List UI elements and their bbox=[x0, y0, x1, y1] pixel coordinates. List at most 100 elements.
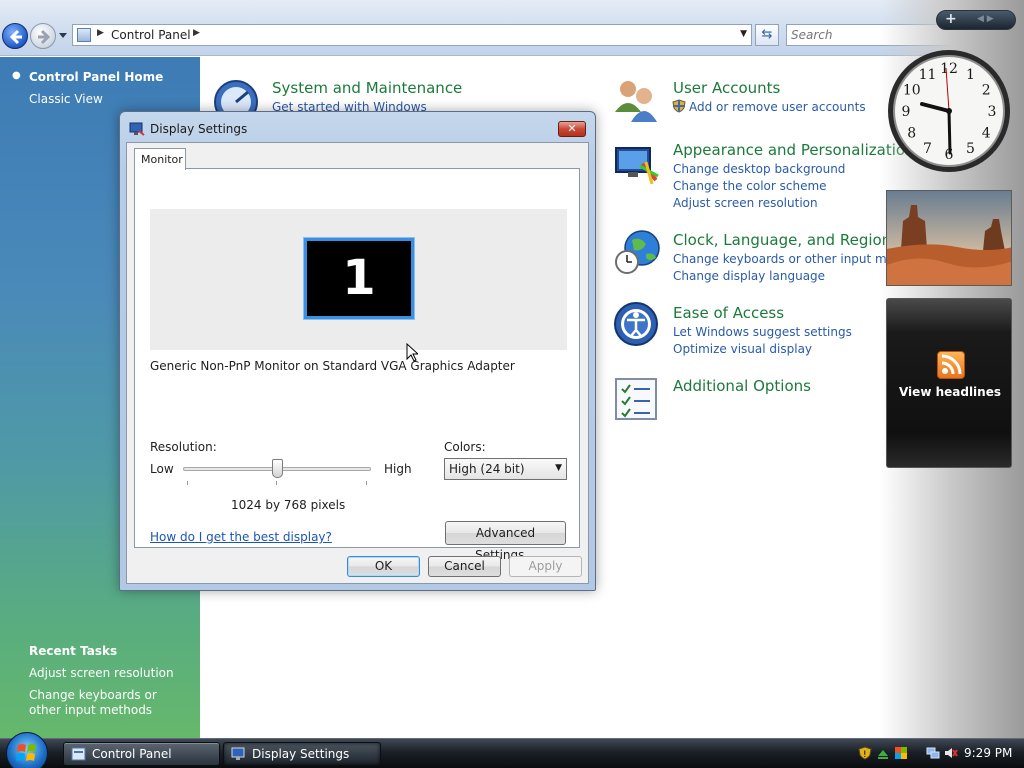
category-link[interactable]: Add or remove user accounts bbox=[689, 100, 866, 114]
taskbar: Control Panel Display Settings ! 9:29 PM bbox=[0, 732, 1024, 768]
monitor-description: Generic Non-PnP Monitor on Standard VGA … bbox=[150, 359, 515, 373]
chevron-down-icon: ▼ bbox=[555, 463, 562, 473]
taskbar-control-panel[interactable]: Control Panel bbox=[63, 742, 220, 766]
forward-button[interactable] bbox=[30, 23, 56, 49]
clock-numeral: 2 bbox=[982, 83, 991, 99]
address-breadcrumb[interactable]: Control Panel bbox=[111, 28, 191, 42]
breadcrumb-arrow-icon[interactable]: ▶ bbox=[97, 28, 104, 38]
back-button[interactable] bbox=[2, 23, 28, 49]
colors-dropdown[interactable]: High (24 bit) ▼ bbox=[444, 458, 567, 480]
recent-task-link[interactable]: Adjust screen resolution bbox=[29, 666, 174, 680]
refresh-button[interactable]: ⇆ bbox=[755, 24, 779, 46]
address-bar[interactable]: ▶ Control Panel ▶ ▼ bbox=[72, 24, 752, 46]
clock-language-region-icon[interactable] bbox=[612, 228, 660, 276]
explorer-toolbar: ▶ Control Panel ▶ ▼ ⇆ bbox=[0, 0, 1024, 56]
slider-tick bbox=[366, 481, 367, 485]
start-button[interactable] bbox=[6, 732, 48, 768]
category-link[interactable]: Change the color scheme bbox=[673, 179, 827, 193]
clock-numeral: 9 bbox=[902, 104, 911, 120]
display-settings-icon bbox=[231, 747, 245, 760]
clock-numeral: 11 bbox=[919, 67, 937, 83]
appearance-personalization-title[interactable]: Appearance and Personalization bbox=[673, 141, 915, 159]
control-panel-icon bbox=[77, 28, 91, 42]
security-shield-icon[interactable]: ! bbox=[858, 746, 872, 760]
recent-tasks-heading: Recent Tasks bbox=[29, 644, 118, 658]
clock-gadget[interactable]: 12 1234567891011 bbox=[886, 48, 1012, 174]
recent-pages-dropdown-icon[interactable] bbox=[58, 30, 68, 40]
classic-view-link[interactable]: Classic View bbox=[29, 92, 103, 106]
colors-label: Colors: bbox=[444, 440, 486, 454]
slider-tick bbox=[187, 481, 188, 485]
taskbar-display-settings[interactable]: Display Settings bbox=[223, 742, 381, 766]
close-button[interactable]: ✕ bbox=[558, 121, 586, 137]
additional-options-title[interactable]: Additional Options bbox=[673, 377, 811, 395]
bullet-icon: ● bbox=[12, 70, 21, 81]
resolution-value: 1024 by 768 pixels bbox=[231, 498, 346, 512]
view-headlines-label[interactable]: View headlines bbox=[887, 385, 1013, 399]
address-dropdown-icon[interactable]: ▼ bbox=[740, 29, 747, 39]
svg-text:!: ! bbox=[863, 750, 867, 760]
category-link[interactable]: Let Windows suggest settings bbox=[673, 325, 852, 339]
task-label: Display Settings bbox=[252, 747, 350, 761]
feed-headlines-gadget[interactable]: View headlines bbox=[886, 298, 1012, 468]
dialog-body: Monitor 1 Generic Non-PnP Monitor on Sta… bbox=[126, 142, 589, 584]
category-link[interactable]: Change display language bbox=[673, 269, 825, 283]
recent-task-link[interactable]: Change keyboards or other input methods bbox=[29, 688, 189, 718]
clock-numeral: 1 bbox=[966, 67, 975, 83]
desert-landscape-image bbox=[887, 191, 1011, 285]
clock-language-region-title[interactable]: Clock, Language, and Region bbox=[673, 231, 891, 249]
windows-logo-icon bbox=[16, 744, 36, 761]
control-panel-home-link[interactable]: Control Panel Home bbox=[29, 70, 163, 84]
category-link[interactable]: Optimize visual display bbox=[673, 342, 812, 356]
add-gadget-icon[interactable]: + bbox=[945, 11, 957, 27]
uac-shield-icon bbox=[672, 99, 686, 113]
resolution-low-label: Low bbox=[150, 462, 174, 476]
task-label: Control Panel bbox=[92, 747, 172, 761]
windows-update-icon[interactable] bbox=[894, 746, 908, 760]
system-maintenance-title[interactable]: System and Maintenance bbox=[272, 79, 462, 97]
advanced-settings-button[interactable]: Advanced Settings... bbox=[445, 521, 566, 562]
category-link[interactable]: Adjust screen resolution bbox=[673, 196, 818, 210]
resolution-label: Resolution: bbox=[150, 440, 217, 454]
cancel-button[interactable]: Cancel bbox=[428, 556, 501, 577]
appearance-personalization-icon[interactable] bbox=[612, 142, 660, 190]
best-display-help-link[interactable]: How do I get the best display? bbox=[150, 530, 332, 544]
monitor-tab-panel: 1 Generic Non-PnP Monitor on Standard VG… bbox=[134, 168, 580, 562]
colors-selected-value: High (24 bit) bbox=[449, 462, 525, 476]
mouse-cursor-icon bbox=[406, 343, 418, 362]
clock-numeral: 7 bbox=[923, 141, 932, 157]
clock-numeral: 10 bbox=[903, 83, 921, 99]
category-link[interactable]: Change keyboards or other input methods bbox=[673, 252, 886, 266]
ease-of-access-icon[interactable] bbox=[612, 300, 660, 348]
clock-numeral: 4 bbox=[982, 126, 991, 142]
monitor-arrangement-area: 1 bbox=[150, 209, 567, 350]
user-accounts-title[interactable]: User Accounts bbox=[673, 79, 780, 97]
monitor-1-tile[interactable]: 1 bbox=[303, 237, 415, 320]
user-accounts-icon[interactable] bbox=[612, 76, 660, 124]
ease-of-access-title[interactable]: Ease of Access bbox=[673, 304, 784, 322]
resolution-high-label: High bbox=[384, 462, 412, 476]
safely-remove-icon[interactable] bbox=[876, 746, 890, 760]
clock-numeral: 8 bbox=[907, 126, 916, 142]
breadcrumb-arrow-icon[interactable]: ▶ bbox=[193, 28, 200, 38]
ok-button[interactable]: OK bbox=[347, 556, 420, 577]
dialog-title: Display Settings bbox=[150, 122, 248, 136]
network-icon[interactable] bbox=[926, 746, 940, 760]
minute-hand bbox=[947, 109, 952, 155]
resolution-slider-thumb[interactable] bbox=[271, 459, 283, 478]
display-settings-icon bbox=[129, 122, 145, 136]
additional-options-icon[interactable] bbox=[612, 375, 660, 423]
rss-icon bbox=[937, 351, 965, 379]
gadget-controls[interactable]: + ◀ ▶ bbox=[936, 10, 1016, 30]
gadget-nav-arrows-icon[interactable]: ◀ ▶ bbox=[977, 14, 994, 24]
volume-muted-icon[interactable] bbox=[944, 746, 958, 760]
clock-time[interactable]: 9:29 PM bbox=[964, 746, 1012, 760]
back-arrow-icon bbox=[9, 29, 22, 45]
tab-monitor[interactable]: Monitor bbox=[134, 148, 186, 170]
slideshow-gadget[interactable] bbox=[886, 190, 1012, 286]
clock-numeral: 5 bbox=[966, 141, 975, 157]
category-link[interactable]: Change desktop background bbox=[673, 162, 845, 176]
forward-arrow-icon bbox=[38, 29, 51, 45]
apply-button[interactable]: Apply bbox=[509, 556, 582, 577]
clock-numeral: 12 bbox=[940, 61, 958, 77]
